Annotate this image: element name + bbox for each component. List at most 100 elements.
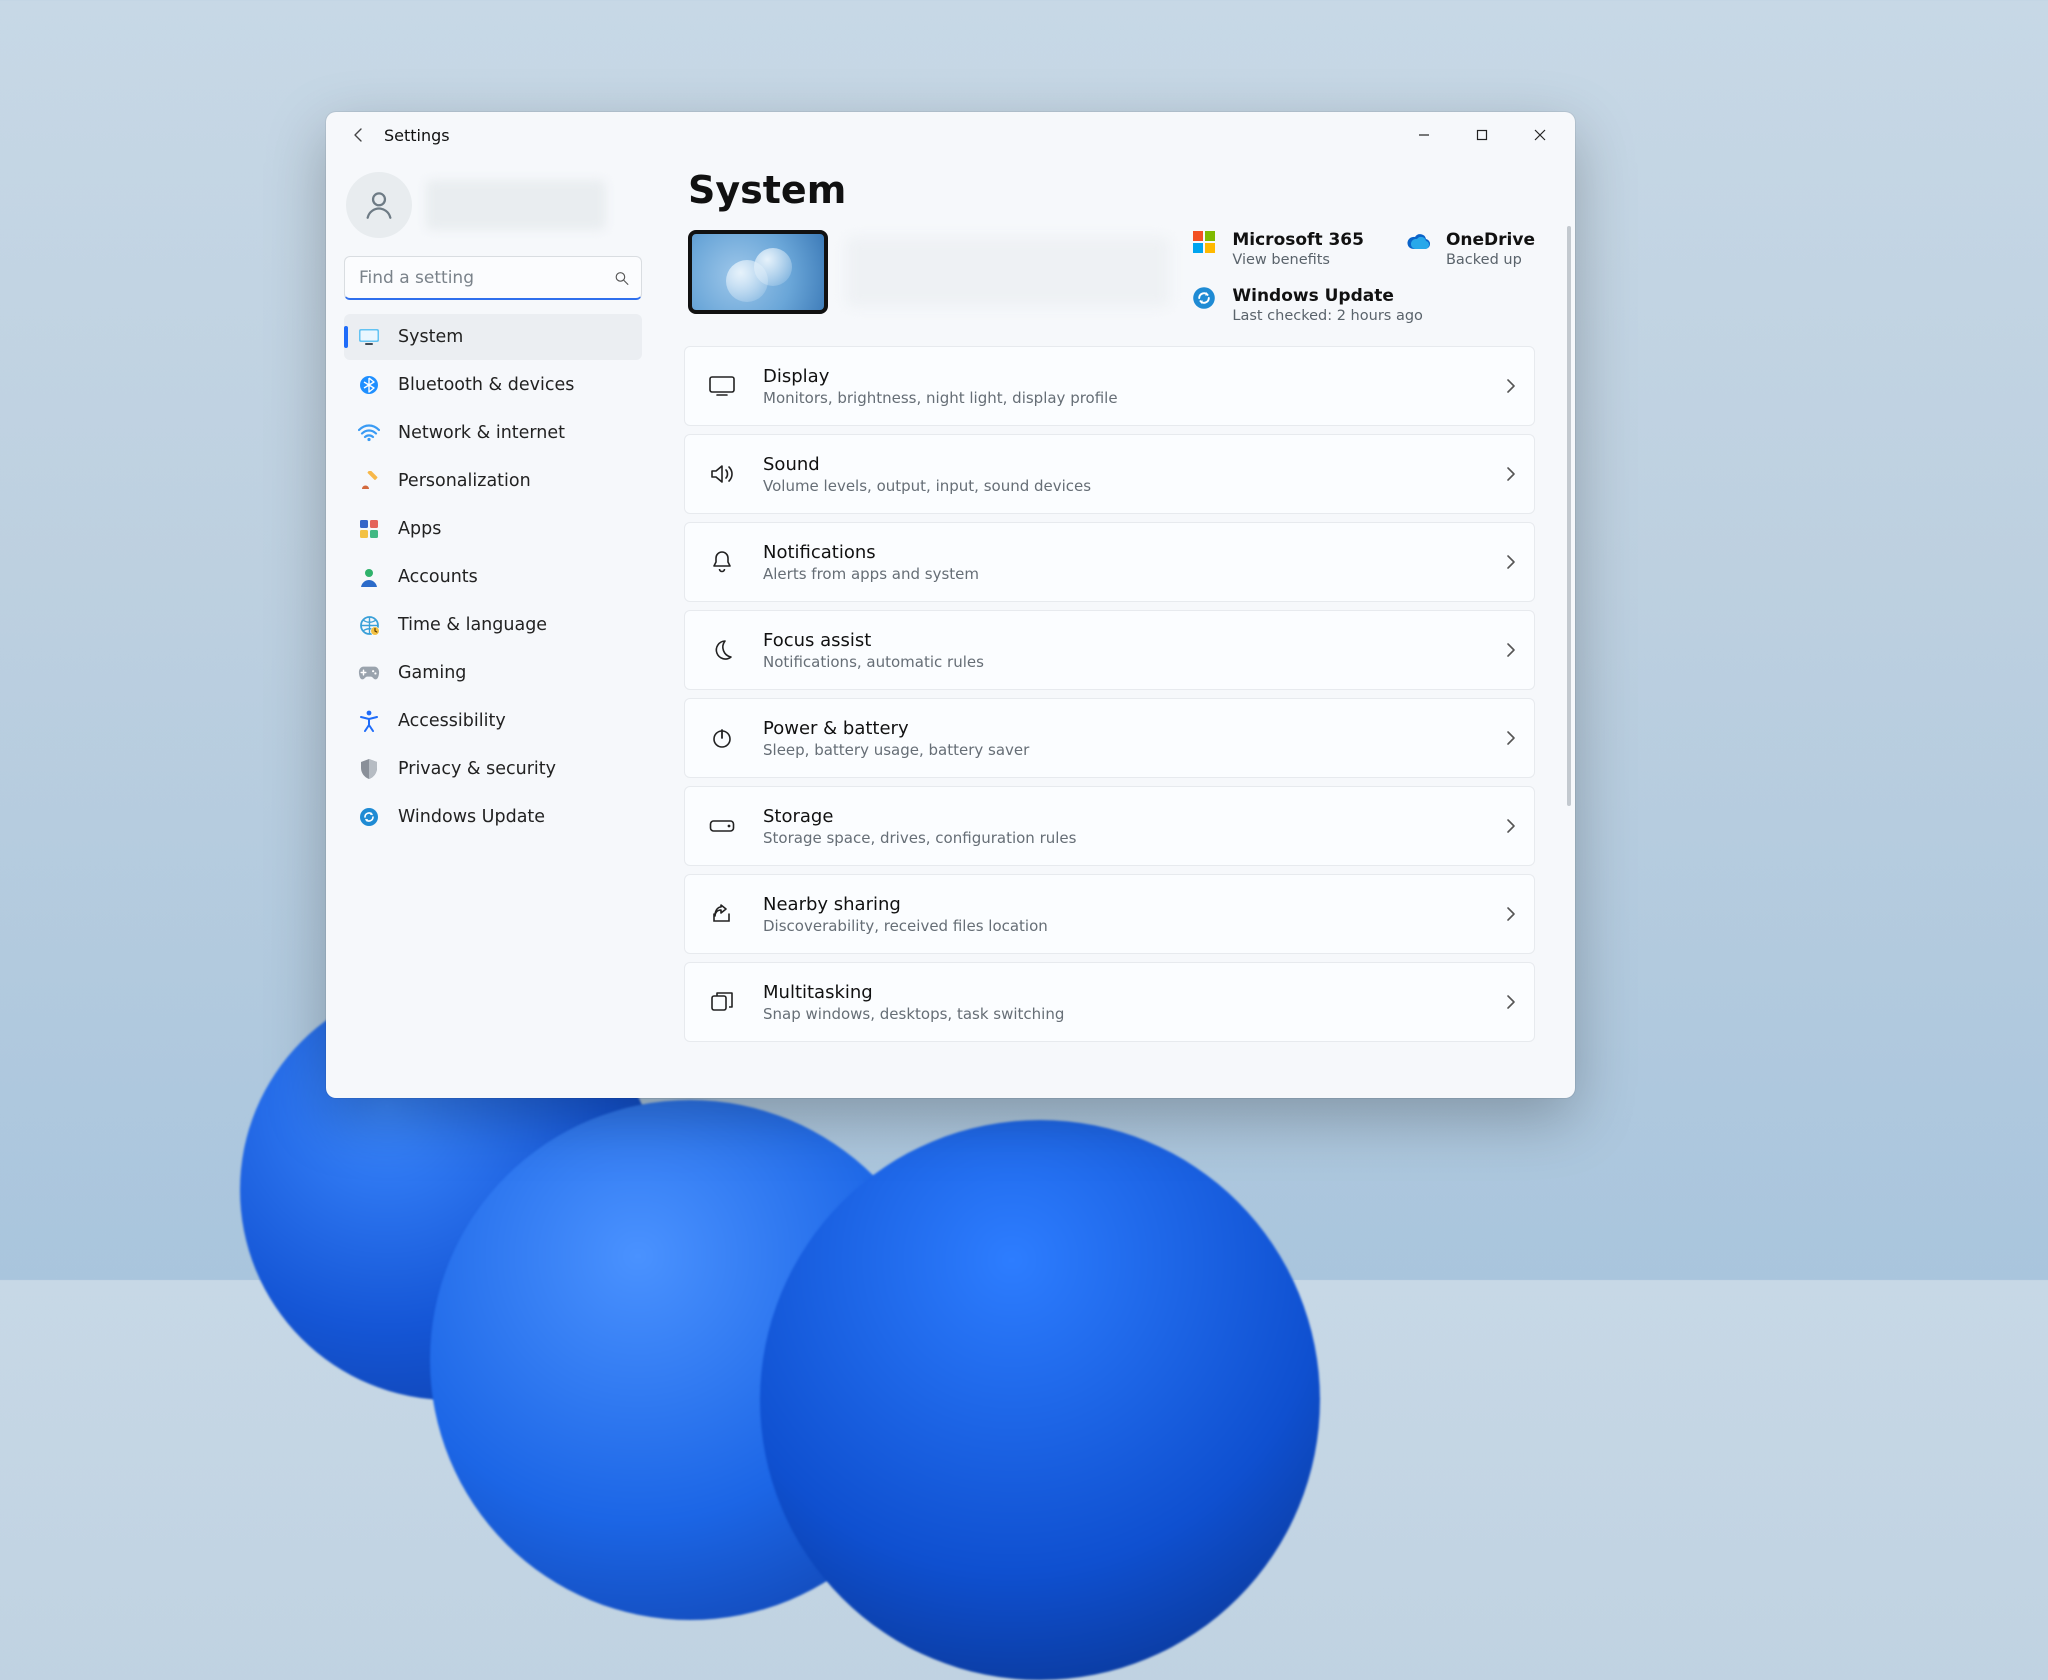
settings-list: Display Monitors, brightness, night light… — [684, 346, 1563, 1042]
setting-sub: Alerts from apps and system — [763, 565, 1506, 583]
nav-item-label: System — [398, 327, 463, 347]
settings-window: Settings — [326, 112, 1575, 1098]
gamepad-icon — [358, 662, 380, 684]
device-summary[interactable] — [688, 230, 1170, 314]
shield-icon — [358, 758, 380, 780]
avatar — [346, 172, 412, 238]
setting-title: Multitasking — [763, 982, 1506, 1003]
nav-item-label: Network & internet — [398, 423, 565, 443]
setting-sub: Snap windows, desktops, task switching — [763, 1005, 1506, 1023]
maximize-icon — [1476, 129, 1488, 141]
search-box[interactable] — [344, 256, 642, 300]
wifi-icon — [358, 422, 380, 444]
close-icon — [1534, 129, 1546, 141]
accounts-icon — [358, 566, 380, 588]
power-icon — [707, 727, 737, 749]
titlebar: Settings — [326, 112, 1575, 158]
paintbrush-icon — [358, 470, 380, 492]
chevron-right-icon — [1506, 730, 1516, 746]
nav: System Bluetooth & devices Network & int… — [344, 314, 642, 840]
chevron-right-icon — [1506, 994, 1516, 1010]
setting-display[interactable]: Display Monitors, brightness, night light… — [684, 346, 1535, 426]
setting-multitasking[interactable]: Multitasking Snap windows, desktops, task… — [684, 962, 1535, 1042]
person-icon — [362, 188, 396, 222]
update-icon — [1192, 286, 1218, 312]
search-icon — [613, 270, 630, 287]
nav-item-privacy[interactable]: Privacy & security — [344, 746, 642, 792]
setting-title: Focus assist — [763, 630, 1506, 651]
setting-sub: Discoverability, received files location — [763, 917, 1506, 935]
chevron-right-icon — [1506, 378, 1516, 394]
system-icon — [358, 326, 380, 348]
setting-title: Notifications — [763, 542, 1506, 563]
page-title: System — [688, 168, 1563, 212]
nav-item-windows-update[interactable]: Windows Update — [344, 794, 642, 840]
nav-item-accessibility[interactable]: Accessibility — [344, 698, 642, 744]
nav-item-label: Apps — [398, 519, 441, 539]
accessibility-icon — [358, 710, 380, 732]
profile-name-redacted — [426, 180, 606, 230]
maximize-button[interactable] — [1453, 112, 1511, 158]
nav-item-label: Accounts — [398, 567, 478, 587]
nav-item-network[interactable]: Network & internet — [344, 410, 642, 456]
setting-nearby-sharing[interactable]: Nearby sharingDiscoverability, received … — [684, 874, 1535, 954]
promo-cards: Microsoft 365 View benefits OneDrive Bac… — [1192, 230, 1535, 324]
nav-item-gaming[interactable]: Gaming — [344, 650, 642, 696]
nav-item-personalization[interactable]: Personalization — [344, 458, 642, 504]
sidebar: System Bluetooth & devices Network & int… — [326, 158, 660, 1098]
promo-windows-update[interactable]: Windows Update Last checked: 2 hours ago — [1192, 286, 1423, 324]
setting-focus-assist[interactable]: Focus assistNotifications, automatic rul… — [684, 610, 1535, 690]
nav-item-apps[interactable]: Apps — [344, 506, 642, 552]
update-icon — [358, 806, 380, 828]
globe-clock-icon — [358, 614, 380, 636]
storage-icon — [707, 818, 737, 834]
nav-item-label: Windows Update — [398, 807, 545, 827]
device-meta-redacted — [846, 237, 1170, 307]
device-thumbnail — [688, 230, 828, 314]
setting-storage[interactable]: Storage Storage space, drives, configurat… — [684, 786, 1535, 866]
minimize-button[interactable] — [1395, 112, 1453, 158]
moon-icon — [707, 639, 737, 661]
setting-notifications[interactable]: Notifications Alerts from apps and system — [684, 522, 1535, 602]
setting-title: Display — [763, 366, 1506, 387]
nav-item-label: Personalization — [398, 471, 531, 491]
promo-title: Windows Update — [1232, 286, 1423, 306]
setting-title: Power & battery — [763, 718, 1506, 739]
setting-sub: Volume levels, output, input, sound devi… — [763, 477, 1506, 495]
setting-sub: Monitors, brightness, night light, displ… — [763, 389, 1506, 407]
nav-item-time-language[interactable]: Time & language — [344, 602, 642, 648]
nav-item-label: Privacy & security — [398, 759, 556, 779]
close-button[interactable] — [1511, 112, 1569, 158]
window-title: Settings — [384, 126, 450, 145]
system-header: Microsoft 365 View benefits OneDrive Bac… — [684, 230, 1563, 324]
chevron-right-icon — [1506, 554, 1516, 570]
arrow-left-icon — [351, 127, 367, 143]
nav-item-label: Gaming — [398, 663, 466, 683]
setting-title: Sound — [763, 454, 1506, 475]
setting-power-battery[interactable]: Power & battery Sleep, battery usage, bat… — [684, 698, 1535, 778]
promo-sub: Backed up — [1446, 252, 1535, 268]
promo-microsoft-365[interactable]: Microsoft 365 View benefits — [1192, 230, 1364, 268]
microsoft-icon — [1192, 230, 1218, 256]
nav-item-bluetooth[interactable]: Bluetooth & devices — [344, 362, 642, 408]
profile-header[interactable] — [344, 168, 642, 250]
promo-title: OneDrive — [1446, 230, 1535, 250]
promo-title: Microsoft 365 — [1232, 230, 1364, 250]
sound-icon — [707, 463, 737, 485]
search-input[interactable] — [344, 256, 642, 300]
nav-item-system[interactable]: System — [344, 314, 642, 360]
scrollbar[interactable] — [1567, 226, 1571, 806]
setting-title: Storage — [763, 806, 1506, 827]
onedrive-icon — [1406, 230, 1432, 256]
nav-item-label: Time & language — [398, 615, 547, 635]
wallpaper-shape — [760, 1120, 1320, 1680]
chevron-right-icon — [1506, 906, 1516, 922]
setting-sound[interactable]: Sound Volume levels, output, input, sound… — [684, 434, 1535, 514]
nav-item-accounts[interactable]: Accounts — [344, 554, 642, 600]
nav-item-label: Bluetooth & devices — [398, 375, 574, 395]
promo-onedrive[interactable]: OneDrive Backed up — [1406, 230, 1535, 268]
back-button[interactable] — [342, 118, 376, 152]
setting-sub: Sleep, battery usage, battery saver — [763, 741, 1506, 759]
bluetooth-icon — [358, 374, 380, 396]
setting-sub: Storage space, drives, configuration rul… — [763, 829, 1506, 847]
